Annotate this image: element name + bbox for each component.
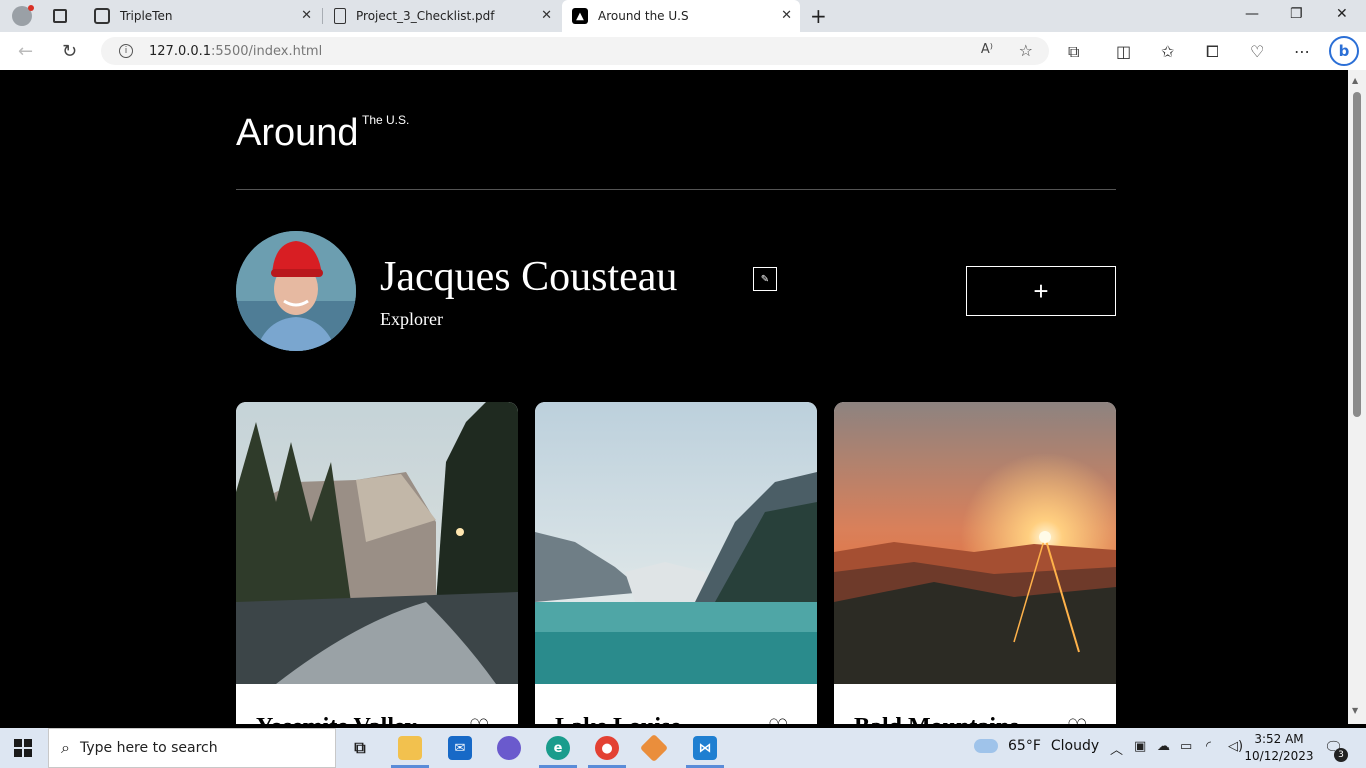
avatar: [236, 231, 356, 351]
heart-icon[interactable]: ♡: [468, 714, 490, 724]
tab-separator: [322, 8, 323, 24]
back-icon[interactable]: ←: [18, 41, 33, 62]
extensions-icon[interactable]: ⧉: [1068, 42, 1079, 62]
cloud-icon: [974, 739, 998, 753]
around-favicon-icon: ▲: [572, 8, 588, 24]
windows-start-icon[interactable]: [14, 739, 32, 757]
page-scrollbar[interactable]: ▲ ▼: [1348, 70, 1366, 724]
pencil-icon: ✎: [760, 273, 770, 285]
tab-tripleten[interactable]: TripleTen ✕: [84, 0, 320, 32]
profile-job: Explorer: [380, 309, 443, 329]
card-yosemite-valley: Yosemite Valley ♡: [236, 402, 518, 724]
card-lake-louise: Lake Louise ♡: [535, 402, 817, 724]
url-field[interactable]: i 127.0.0.1:5500/index.html A⁾ ☆: [101, 37, 1049, 65]
volume-icon[interactable]: ◁): [1228, 739, 1243, 754]
taskbar-search-box[interactable]: ⌕ Type here to search: [48, 728, 336, 768]
pdf-file-icon: [334, 8, 346, 24]
restore-icon[interactable]: ❐: [1290, 6, 1303, 22]
browser-tab-bar: TripleTen ✕ Project_3_Checklist.pdf ✕ ▲ …: [0, 0, 1366, 32]
favorite-star-icon[interactable]: ☆: [1019, 41, 1033, 60]
close-window-icon[interactable]: ✕: [1336, 6, 1348, 22]
favorites-icon[interactable]: ✩: [1161, 42, 1174, 61]
site-logo: Around: [236, 112, 359, 154]
scroll-down-icon[interactable]: ▼: [1352, 706, 1358, 715]
onedrive-icon[interactable]: ☁: [1157, 739, 1170, 754]
search-icon: ⌕: [61, 738, 70, 757]
heart-icon[interactable]: ♡: [1066, 714, 1088, 724]
vscode-icon[interactable]: ⋈: [693, 736, 717, 760]
plus-icon: +: [1033, 275, 1049, 306]
tab-around-the-us[interactable]: ▲ Around the U.S ✕: [562, 0, 800, 32]
more-options-icon[interactable]: ⋯: [1294, 42, 1310, 61]
split-screen-icon[interactable]: ◫: [1116, 42, 1131, 61]
url-path: :5500/index.html: [211, 43, 323, 59]
chrome-icon[interactable]: ●: [595, 736, 619, 760]
task-view-icon[interactable]: ⧉: [348, 736, 372, 760]
close-tab-icon[interactable]: ✕: [541, 8, 552, 23]
scroll-up-icon[interactable]: ▲: [1352, 76, 1358, 85]
card-title: Yosemite Valley: [256, 714, 417, 724]
tab-label: Around the U.S: [598, 9, 689, 23]
card-bald-mountains: Bald Mountains ♡: [834, 402, 1116, 724]
weather-desc: Cloudy: [1050, 738, 1100, 754]
scroll-thumb[interactable]: [1353, 92, 1361, 417]
tripleten-favicon-icon: [94, 8, 110, 24]
profile-name: Jacques Cousteau: [380, 254, 678, 300]
battery-icon[interactable]: ▭: [1180, 739, 1192, 754]
card-title: Bald Mountains: [854, 714, 1019, 724]
close-tab-icon[interactable]: ✕: [781, 8, 792, 23]
minimize-icon[interactable]: —: [1245, 6, 1259, 22]
weather-widget[interactable]: 65°F Cloudy: [974, 738, 1099, 754]
url-host: 127.0.0.1: [149, 43, 212, 59]
browser-essentials-icon[interactable]: ♡: [1250, 42, 1264, 61]
profile-alert-dot: [28, 5, 34, 11]
add-card-button[interactable]: +: [966, 266, 1116, 316]
clock-date: 10/12/2023: [1244, 749, 1314, 763]
heart-icon[interactable]: ♡: [767, 714, 789, 724]
clock-time: 3:52 AM: [1254, 732, 1304, 746]
search-placeholder: Type here to search: [79, 740, 218, 756]
close-tab-icon[interactable]: ✕: [301, 8, 312, 23]
mail-icon[interactable]: ✉: [448, 736, 472, 760]
file-explorer-icon[interactable]: [398, 736, 422, 760]
read-aloud-icon[interactable]: A⁾: [981, 42, 993, 57]
wifi-icon[interactable]: ◜: [1206, 739, 1211, 754]
tab-checklist-pdf[interactable]: Project_3_Checklist.pdf ✕: [324, 0, 560, 32]
meet-now-icon[interactable]: ▣: [1134, 739, 1146, 754]
bing-copilot-icon[interactable]: b: [1329, 36, 1359, 66]
site-logo-superscript: The U.S.: [362, 113, 410, 127]
new-tab-button[interactable]: +: [810, 4, 827, 28]
notification-count-badge: 3: [1334, 748, 1348, 762]
windows-taskbar: ⌕ Type here to search ⧉ ✉ e ● ⋈ 65°F Clo…: [0, 728, 1366, 768]
card-image[interactable]: [834, 402, 1116, 684]
tab-label: Project_3_Checklist.pdf: [356, 9, 495, 23]
tab-actions-icon[interactable]: [53, 9, 67, 23]
header-divider: [236, 189, 1116, 190]
address-bar-row: ← ↻ i 127.0.0.1:5500/index.html A⁾ ☆ ⧉ ◫…: [0, 32, 1366, 70]
tab-label: TripleTen: [120, 9, 173, 23]
edge-browser-icon[interactable]: e: [546, 736, 570, 760]
edit-profile-button[interactable]: ✎: [753, 267, 777, 291]
git-app-icon[interactable]: [639, 733, 669, 763]
card-image[interactable]: [236, 402, 518, 684]
chevron-up-icon[interactable]: ︿: [1110, 739, 1123, 758]
refresh-icon[interactable]: ↻: [62, 41, 77, 62]
weather-temp: 65°F: [1008, 738, 1041, 754]
collections-icon[interactable]: ⧠: [1206, 42, 1219, 62]
card-title: Lake Louise: [555, 714, 681, 724]
site-info-icon[interactable]: i: [119, 44, 133, 58]
card-image[interactable]: [535, 402, 817, 684]
copilot-app-icon[interactable]: [497, 736, 521, 760]
taskbar-clock[interactable]: 3:52 AM 10/12/2023: [1244, 731, 1314, 765]
page-viewport: Around The U.S. Jacques Cousteau Explore…: [4, 70, 1348, 724]
